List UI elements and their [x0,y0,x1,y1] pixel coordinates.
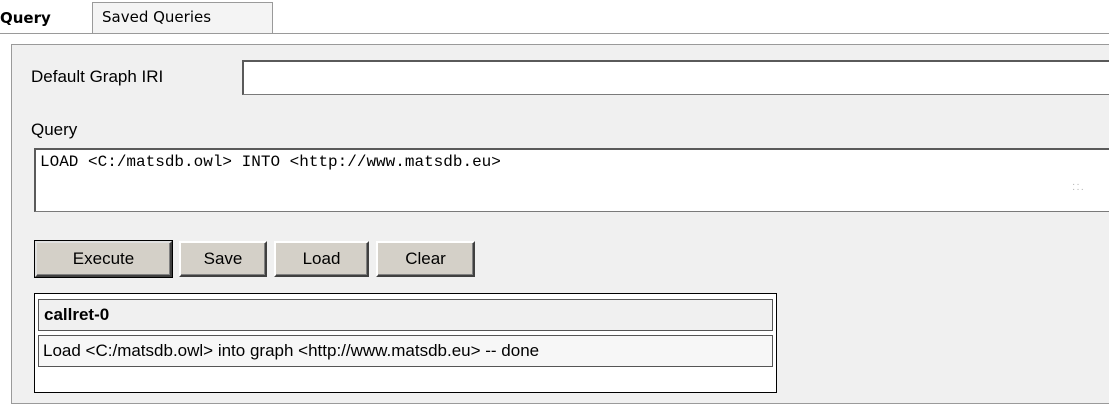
tab-saved-queries[interactable]: Saved Queries [92,2,273,34]
default-graph-iri-input[interactable] [242,60,1109,95]
query-label: Query [31,120,78,139]
result-row: Load <C:/matsdb.owl> into graph <http://… [38,335,773,367]
query-textarea[interactable]: LOAD <C:/matsdb.owl> INTO <http://www.ma… [34,148,1109,212]
clear-button[interactable]: Clear [376,241,475,277]
default-graph-iri-label: Default Graph IRI [31,67,164,86]
query-panel: Default Graph IRI Query LOAD <C:/matsdb.… [11,44,1109,404]
save-button[interactable]: Save [179,241,267,277]
load-button[interactable]: Load [274,241,369,277]
resize-grip-icon[interactable]: ·· ··· [1072,180,1086,196]
tab-query[interactable]: Query [0,9,51,27]
tab-divider [0,33,1109,34]
execute-button[interactable]: Execute [34,240,173,278]
result-table: callret-0 Load <C:/matsdb.owl> into grap… [34,293,777,393]
tab-bar: Query Saved Queries [0,0,1109,36]
result-column-header: callret-0 [38,299,773,331]
